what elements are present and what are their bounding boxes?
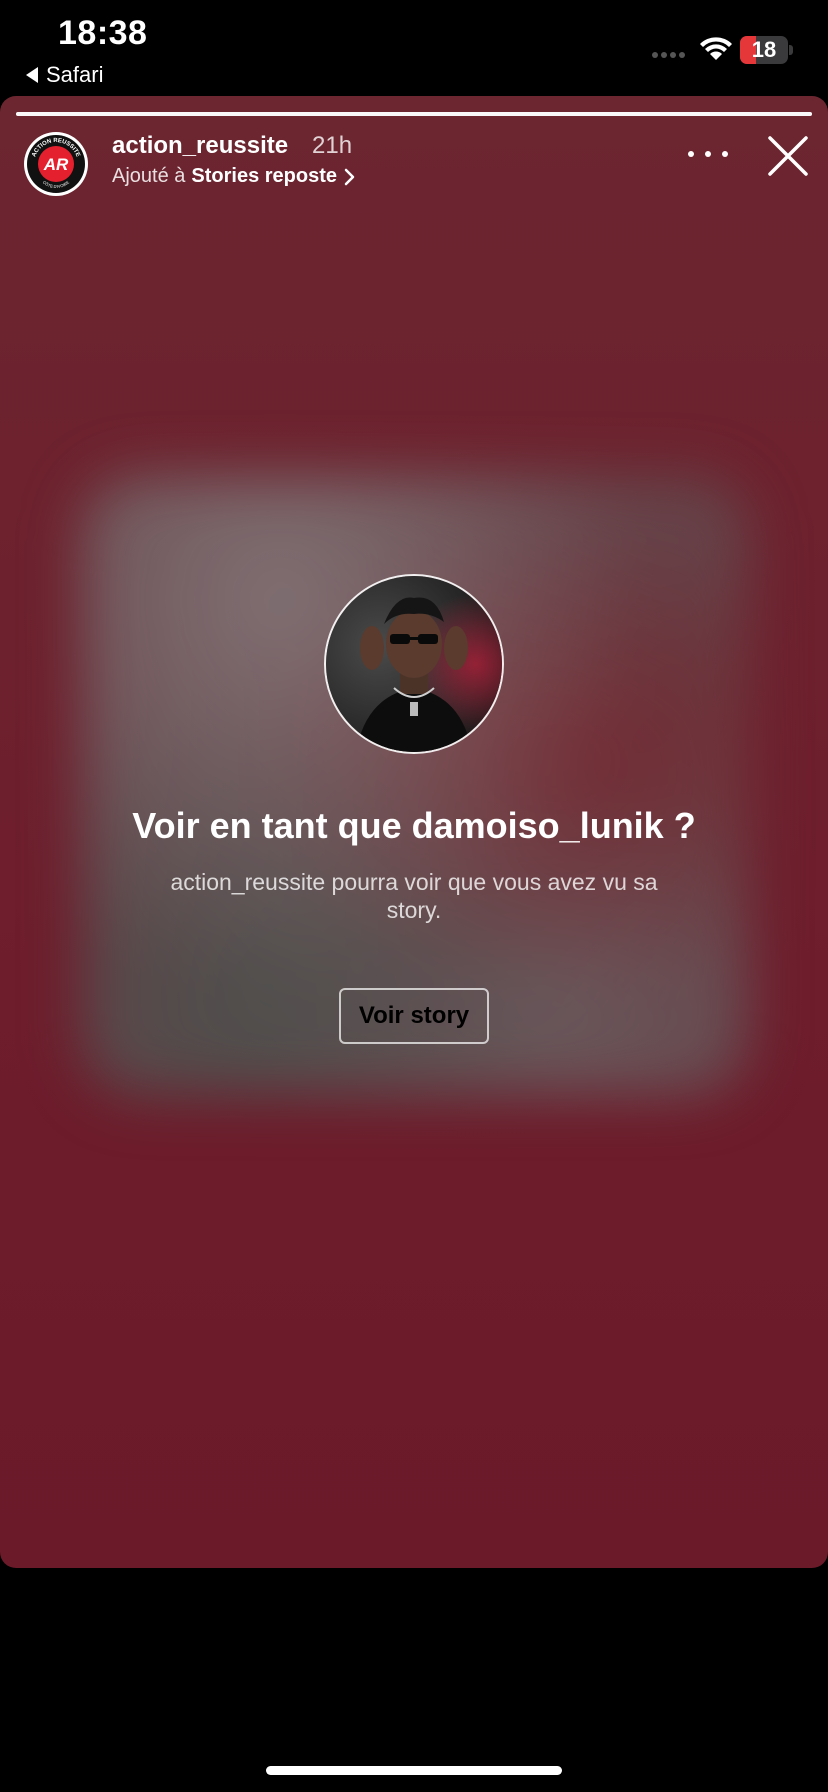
more-dot-icon: [722, 151, 728, 157]
home-indicator[interactable]: [266, 1766, 562, 1775]
close-icon[interactable]: [764, 132, 812, 180]
more-options-button[interactable]: [688, 142, 728, 166]
story-header: ACTION REUSSITE CÔTE D'IVOIRE AR action_…: [0, 132, 828, 202]
story-progress-bar: [16, 112, 812, 116]
action-reussite-logo: ACTION REUSSITE CÔTE D'IVOIRE AR: [25, 133, 87, 195]
back-to-app-link[interactable]: Safari: [26, 62, 103, 88]
back-arrow-icon: [26, 67, 38, 83]
cellular-signal-icon: [652, 52, 685, 58]
battery-level: 18: [751, 37, 777, 62]
prompt-subtitle: action_reussite pourra voir que vous ave…: [170, 869, 658, 923]
viewer-profile-avatar: [324, 574, 504, 754]
story-viewer[interactable]: ACTION REUSSITE CÔTE D'IVOIRE AR action_…: [0, 96, 828, 1568]
more-dot-icon: [705, 151, 711, 157]
chevron-right-icon: [344, 168, 355, 185]
status-bar: 18:38 Safari 18: [0, 0, 828, 96]
story-timestamp: 21h: [312, 132, 353, 159]
wifi-icon: [700, 37, 732, 60]
battery-icon: 18: [740, 36, 788, 64]
back-app-label: Safari: [46, 62, 104, 87]
view-as-prompt: Voir en tant que damoiso_lunik ? action_…: [0, 574, 828, 1044]
story-username[interactable]: action_reussite: [112, 132, 288, 160]
view-story-button[interactable]: Voir story: [338, 988, 490, 1044]
profile-photo-icon: [326, 576, 502, 752]
highlight-name: Stories reposte: [191, 165, 337, 187]
story-progress-fill: [16, 112, 812, 116]
account-avatar[interactable]: ACTION REUSSITE CÔTE D'IVOIRE AR: [24, 132, 88, 196]
prompt-title: Voir en tant que damoiso_lunik ?: [132, 805, 696, 846]
added-to-highlight-link[interactable]: Ajouté à Stories reposte: [112, 165, 357, 188]
svg-text:AR: AR: [43, 155, 69, 174]
status-time: 18:38: [58, 14, 148, 52]
added-prefix: Ajouté à: [112, 165, 186, 187]
more-dot-icon: [688, 151, 694, 157]
